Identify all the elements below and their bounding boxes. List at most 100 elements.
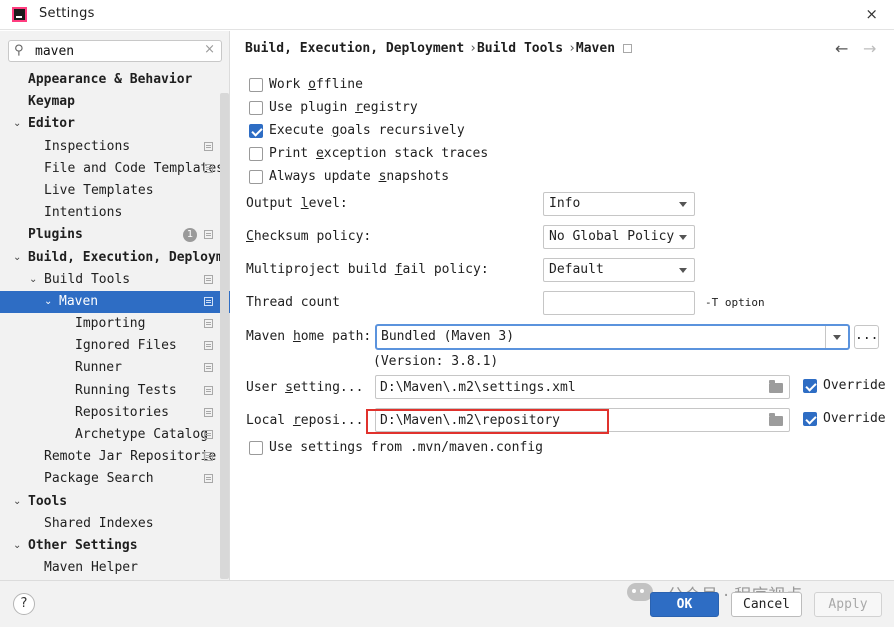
- multiproject-fail-policy-dropdown[interactable]: Default: [543, 258, 695, 282]
- sidebar-item-label: Maven Helper: [44, 560, 138, 576]
- project-level-page-icon: [204, 363, 213, 373]
- chevron-down-icon[interactable]: ⌄: [13, 535, 21, 557]
- sidebar-scrollbar[interactable]: [220, 93, 229, 579]
- sidebar-item-label: Keymap: [28, 94, 75, 110]
- chevron-down-icon[interactable]: ⌄: [13, 247, 21, 269]
- sidebar-item-running-tests[interactable]: Running Tests: [0, 380, 230, 402]
- project-level-page-icon: [204, 274, 213, 284]
- sidebar-item-build-tools[interactable]: ⌄ Build Tools: [0, 269, 230, 291]
- back-arrow-icon[interactable]: ←: [835, 39, 848, 58]
- close-icon[interactable]: ×: [865, 5, 878, 23]
- dropdown-arrow-icon: [679, 202, 687, 207]
- always-update-checkbox[interactable]: [249, 170, 263, 184]
- sidebar-item-label: Plugins: [28, 227, 83, 243]
- project-level-page-icon: [204, 296, 213, 306]
- user-settings-override-checkbox[interactable]: [803, 379, 817, 393]
- sidebar-item-intentions[interactable]: Intentions: [0, 202, 230, 224]
- sidebar-item-build-execution-deploym[interactable]: ⌄ Build, Execution, Deploym: [0, 247, 230, 269]
- browse-maven-home-button[interactable]: ...: [854, 325, 879, 349]
- use-plugin-registry-checkbox[interactable]: [249, 101, 263, 115]
- sidebar-item-maven[interactable]: ⌄ Maven: [0, 290, 230, 314]
- sidebar-item-archetype-catalog[interactable]: Archetype Catalog: [0, 424, 230, 446]
- folder-icon[interactable]: [769, 380, 783, 393]
- cancel-button[interactable]: Cancel: [731, 592, 802, 617]
- sidebar-item-plugins[interactable]: Plugins 1: [0, 224, 230, 246]
- breadcrumb-separator: ›: [469, 41, 477, 56]
- title-bar: Settings ×: [0, 0, 894, 30]
- intellij-app-icon: [12, 7, 27, 22]
- output-level-dropdown[interactable]: Info: [543, 192, 695, 216]
- project-level-page-icon: [623, 44, 633, 53]
- project-level-page-icon: [204, 407, 213, 417]
- sidebar-item-inspections[interactable]: Inspections: [0, 136, 230, 158]
- sidebar-item-package-search[interactable]: Package Search: [0, 468, 230, 490]
- chevron-down-icon[interactable]: ⌄: [13, 491, 21, 513]
- breadcrumb-separator: ›: [568, 41, 576, 56]
- project-level-page-icon: [204, 163, 213, 173]
- chevron-down-icon[interactable]: ⌄: [44, 291, 52, 313]
- maven-version-text: (Version: 3.8.1): [373, 354, 499, 369]
- sidebar-item-keymap[interactable]: Keymap: [0, 91, 230, 113]
- sidebar-item-label: Inspections: [44, 138, 131, 154]
- sidebar-item-maven-helper[interactable]: Maven Helper: [0, 557, 230, 579]
- maven-home-path-value: Bundled (Maven 3): [381, 329, 515, 344]
- sidebar-item-other-settings[interactable]: ⌄ Other Settings: [0, 535, 230, 557]
- help-button[interactable]: ?: [13, 593, 35, 615]
- maven-home-path-label: Maven home path:: [246, 329, 372, 344]
- sidebar-item-remote-jar-repositorie[interactable]: Remote Jar Repositorie: [0, 446, 230, 468]
- chevron-down-icon[interactable]: ⌄: [13, 113, 21, 135]
- user-settings-file-field[interactable]: [375, 375, 790, 399]
- checksum-policy-label: Checksum policy:: [246, 229, 372, 244]
- execute-goals-label: Execute goals recursively: [269, 123, 465, 138]
- sidebar-item-editor[interactable]: ⌄ Editor: [0, 113, 230, 135]
- checksum-policy-dropdown[interactable]: No Global Policy: [543, 225, 695, 249]
- window-title: Settings: [39, 6, 95, 21]
- sidebar-item-label: Live Templates: [44, 182, 154, 198]
- sidebar-item-label: Tools: [28, 493, 68, 509]
- print-exception-checkbox[interactable]: [249, 147, 263, 161]
- execute-goals-checkbox[interactable]: [249, 124, 263, 138]
- thread-count-field[interactable]: [543, 291, 695, 315]
- search-icon: ⚲: [14, 43, 24, 58]
- settings-search-box[interactable]: ⚲ ×: [8, 40, 222, 62]
- apply-button[interactable]: Apply: [814, 592, 882, 617]
- sidebar-item-label: Appearance & Behavior: [28, 72, 193, 87]
- sidebar-item-live-templates[interactable]: Live Templates: [0, 180, 230, 202]
- settings-search-input[interactable]: [35, 42, 200, 60]
- ok-button[interactable]: OK: [650, 592, 719, 617]
- clear-search-icon[interactable]: ×: [204, 42, 215, 57]
- project-level-page-icon: [204, 141, 213, 151]
- work-offline-checkbox[interactable]: [249, 78, 263, 92]
- use-mvn-config-checkbox[interactable]: [249, 441, 263, 455]
- sidebar-item-ignored-files[interactable]: Ignored Files: [0, 335, 230, 357]
- thread-count-label: Thread count: [246, 295, 340, 310]
- sidebar-item-appearance-behavior[interactable]: Appearance & Behavior: [0, 69, 230, 91]
- maven-home-path-combo[interactable]: Bundled (Maven 3): [375, 324, 850, 350]
- breadcrumb-maven: Maven: [575, 41, 616, 56]
- local-repository-override-checkbox[interactable]: [803, 412, 817, 426]
- sidebar-item-label: Importing: [75, 316, 146, 332]
- sidebar-item-importing[interactable]: Importing: [0, 313, 230, 335]
- sidebar-item-tools[interactable]: ⌄ Tools: [0, 491, 230, 513]
- sidebar-item-runner[interactable]: Runner: [0, 357, 230, 379]
- dropdown-arrow-icon[interactable]: [833, 335, 841, 340]
- maven-settings-panel: Build, Execution, Deployment ›Build Tools…: [231, 31, 894, 580]
- sidebar-item-label: Package Search: [44, 471, 154, 487]
- sidebar-item-label: Editor: [28, 116, 75, 132]
- sidebar-item-label: Remote Jar Repositorie: [44, 449, 217, 465]
- sidebar-item-label: Archetype Catalog: [75, 427, 209, 442]
- folder-icon[interactable]: [769, 413, 783, 426]
- sidebar-item-file-and-code-templates[interactable]: File and Code Templates: [0, 158, 230, 180]
- project-level-page-icon: [204, 319, 213, 329]
- project-level-page-icon: [204, 230, 213, 240]
- thread-count-input[interactable]: [548, 294, 668, 312]
- breadcrumb-build-tools: Build Tools: [476, 41, 564, 56]
- sidebar-item-shared-indexes[interactable]: Shared Indexes: [0, 513, 230, 535]
- sidebar-item-label: Running Tests: [75, 382, 177, 398]
- breadcrumb-build-execution: Build, Execution, Deployment: [245, 41, 465, 56]
- chevron-down-icon[interactable]: ⌄: [29, 269, 37, 291]
- user-settings-file-input[interactable]: [380, 378, 763, 396]
- settings-tree: Appearance & Behavior Keymap ⌄ Editor Inspec…: [0, 69, 230, 579]
- local-repository-label: Local reposi...: [246, 413, 364, 428]
- sidebar-item-repositories[interactable]: Repositories: [0, 402, 230, 424]
